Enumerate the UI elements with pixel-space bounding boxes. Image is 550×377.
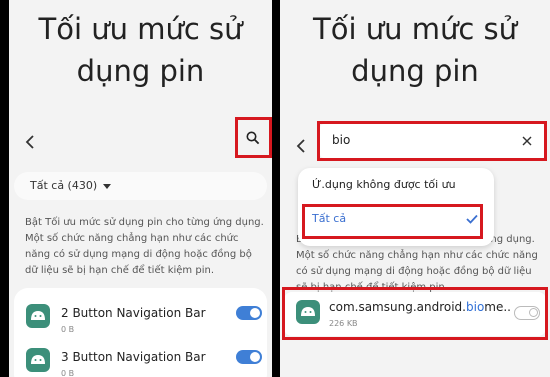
page-title: Tối ưu mức sử dụng pin	[38, 12, 243, 88]
right-screen: Tối ưu mức sử dụng pin bio Bật Tối ưu mứ…	[280, 0, 550, 377]
app-size: 0 B	[61, 325, 75, 334]
filter-label: Tất cả (430)	[30, 179, 98, 192]
app-name: 3 Button Navigation Bar	[61, 350, 206, 364]
chevron-left-icon	[296, 139, 305, 153]
list-item[interactable]: 3 Button Navigation Bar 0 B	[14, 342, 267, 377]
app-toggle[interactable]	[236, 306, 262, 320]
highlight-search-field	[317, 121, 547, 161]
android-app-icon	[26, 304, 50, 328]
page-title: Tối ưu mức sử dụng pin	[313, 12, 517, 88]
app-toggle[interactable]	[236, 350, 262, 364]
left-screen: Tối ưu mức sử dụng pin Tất cả (430) Bật …	[9, 0, 272, 377]
option-not-optimized[interactable]: Ứ.dụng không được tối ưu	[312, 178, 456, 191]
highlight-search-button	[235, 117, 272, 158]
filter-dropdown[interactable]: Tất cả (430)	[14, 172, 267, 200]
highlight-option-all	[302, 204, 483, 239]
android-app-icon	[26, 348, 50, 372]
list-item[interactable]: 2 Button Navigation Bar 0 B	[14, 298, 267, 340]
app-size: 0 B	[61, 369, 75, 377]
back-button[interactable]	[25, 130, 35, 154]
chevron-left-icon	[25, 135, 34, 149]
app-list: 2 Button Navigation Bar 0 B 3 Button Nav…	[14, 288, 267, 377]
highlight-result	[282, 287, 548, 340]
caret-down-icon	[103, 183, 112, 189]
app-name: 2 Button Navigation Bar	[61, 306, 206, 320]
back-button[interactable]	[296, 134, 306, 158]
description-text: Bật Tối ưu mức sử dụng pin cho từng ứng …	[25, 217, 264, 276]
